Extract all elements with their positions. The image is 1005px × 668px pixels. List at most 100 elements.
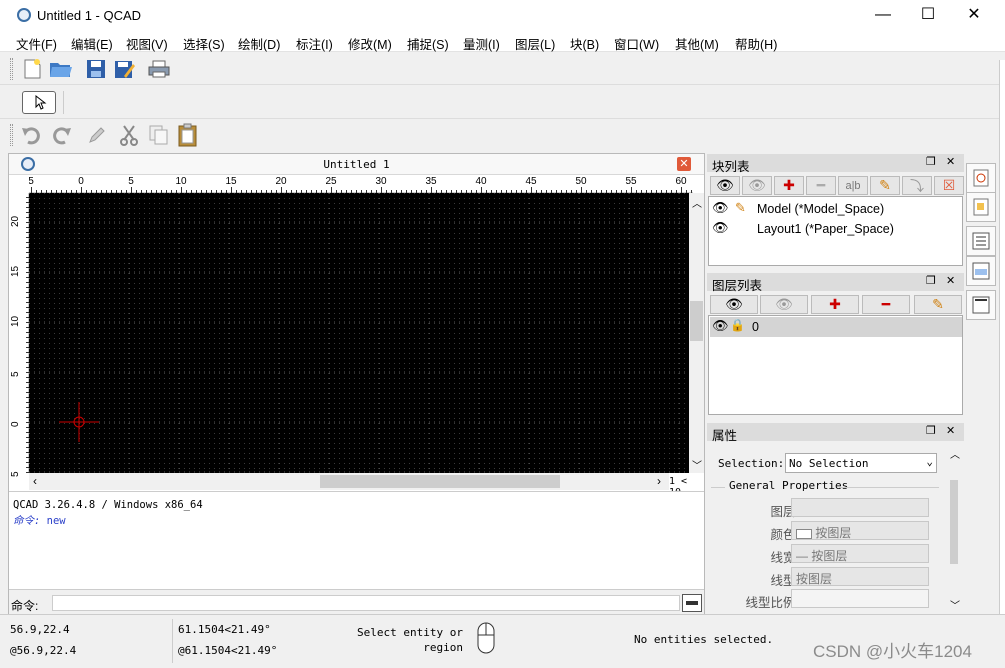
eye-icon[interactable]: 👁 xyxy=(712,318,729,334)
scroll-down-icon[interactable]: ﹀ xyxy=(692,457,702,472)
block-insert-icon[interactable]: ⤵ xyxy=(902,176,932,195)
properties-close-icon[interactable]: ✕ xyxy=(946,424,955,437)
undo-icon[interactable] xyxy=(19,122,45,148)
side-tool-list-button[interactable] xyxy=(966,226,996,256)
horizontal-ruler: 5 0 5 10 15 20 25 30 35 40 45 50 55 60 xyxy=(28,175,693,193)
eye-icon[interactable]: 👁 xyxy=(712,220,729,236)
command-label: 命令: xyxy=(11,599,39,613)
block-list-float-icon[interactable]: ❐ xyxy=(926,155,936,168)
property-linetype-select[interactable]: 按图层 xyxy=(791,567,929,586)
property-lineweight-row: 线宽: — 按图层 xyxy=(709,544,947,565)
property-lineweight-select[interactable]: — 按图层 xyxy=(791,544,929,563)
properties-scrollbar[interactable]: ︿ ﹀ xyxy=(947,444,962,613)
history-command-prefix: 命令: xyxy=(13,515,41,527)
block-rename-icon[interactable]: a|b xyxy=(838,176,868,195)
layer-remove-icon[interactable]: ━ xyxy=(862,295,910,314)
menu-snap[interactable]: 捕捉(S) xyxy=(407,34,449,53)
new-file-icon[interactable] xyxy=(19,56,45,82)
horizontal-scrollbar[interactable]: ‹ › xyxy=(29,473,669,490)
pointer-select-button[interactable] xyxy=(22,91,56,114)
layer-hide-all-icon[interactable]: 👁 xyxy=(760,295,808,314)
property-linetype-row: 线型: 按图层 xyxy=(709,567,947,588)
scroll-up-icon[interactable]: ︿ xyxy=(692,195,702,210)
menu-block[interactable]: 块(B) xyxy=(570,34,599,53)
eye-icon[interactable]: 👁 xyxy=(712,200,729,216)
menu-select[interactable]: 选择(S) xyxy=(183,34,225,53)
properties-float-icon[interactable]: ❐ xyxy=(926,424,936,437)
history-command-line: 命令: new xyxy=(13,513,66,528)
block-remove-icon[interactable]: ━ xyxy=(806,176,836,195)
layer-list-item[interactable]: 👁 🔒 0 xyxy=(710,317,962,337)
maximize-button[interactable]: ☐ xyxy=(905,4,951,26)
vertical-scrollbar[interactable]: ︿ ﹀ xyxy=(689,193,704,473)
properties-scroll-thumb[interactable] xyxy=(950,480,958,564)
command-input[interactable] xyxy=(52,595,680,611)
print-icon[interactable] xyxy=(146,56,172,82)
side-tool-view-button[interactable] xyxy=(966,256,996,286)
menu-measure[interactable]: 量测(I) xyxy=(463,34,500,53)
property-layer-select[interactable] xyxy=(791,498,929,517)
layer-list-float-icon[interactable]: ❐ xyxy=(926,274,936,287)
pencil-icon[interactable] xyxy=(84,122,110,148)
layer-show-all-icon[interactable]: 👁 xyxy=(710,295,758,314)
scroll-down-icon[interactable]: ﹀ xyxy=(950,597,960,612)
side-tool-insert-button[interactable] xyxy=(966,192,996,222)
scroll-left-icon[interactable]: ‹ xyxy=(33,474,37,488)
menu-draw[interactable]: 绘制(D) xyxy=(238,34,280,53)
horizontal-scroll-thumb[interactable] xyxy=(320,475,560,488)
command-console-toggle[interactable] xyxy=(682,594,702,612)
save-icon[interactable] xyxy=(83,56,109,82)
block-add-icon[interactable]: ✚ xyxy=(774,176,804,195)
block-show-icon[interactable]: 👁 xyxy=(710,176,740,195)
block-list-close-icon[interactable]: ✕ xyxy=(946,155,955,168)
block-edit-icon[interactable]: ✎ xyxy=(870,176,900,195)
command-history: QCAD 3.26.4.8 / Windows x86_64 命令: new xyxy=(9,491,704,589)
menu-dimension[interactable]: 标注(I) xyxy=(296,34,333,53)
menu-file[interactable]: 文件(F) xyxy=(16,34,57,53)
side-tool-block-button[interactable] xyxy=(966,163,996,193)
lock-icon[interactable]: 🔒 xyxy=(730,318,745,332)
layer-edit-icon[interactable]: ✎ xyxy=(914,295,962,314)
paste-icon[interactable] xyxy=(175,122,201,148)
scroll-right-icon[interactable]: › xyxy=(657,474,661,488)
history-line: QCAD 3.26.4.8 / Windows x86_64 xyxy=(13,499,203,511)
open-folder-icon[interactable] xyxy=(48,56,74,82)
cut-icon[interactable] xyxy=(116,122,142,148)
ruler-x-label: 50 xyxy=(575,176,587,187)
menu-window[interactable]: 窗口(W) xyxy=(614,34,659,53)
chevron-down-icon: ⌄ xyxy=(926,455,933,468)
block-list-item[interactable]: 👁 Layout1 (*Paper_Space) xyxy=(712,219,960,239)
block-delete-icon[interactable]: ☒ xyxy=(934,176,964,195)
block-list-panel: 块列表 ❐ ✕ 👁 👁 ✚ ━ a|b ✎ ⤵ ☒ 👁 ✎ Model (*Mo… xyxy=(707,154,964,267)
block-hide-icon[interactable]: 👁 xyxy=(742,176,772,195)
menu-modify[interactable]: 修改(M) xyxy=(348,34,392,53)
close-button[interactable]: ✕ xyxy=(951,4,997,26)
layer-add-icon[interactable]: ✚ xyxy=(811,295,859,314)
drawing-canvas[interactable] xyxy=(28,193,693,473)
save-as-icon[interactable] xyxy=(112,56,138,82)
property-color-select[interactable]: 按图层 xyxy=(791,521,929,540)
menu-view[interactable]: 视图(V) xyxy=(126,34,168,53)
minimize-button[interactable]: — xyxy=(860,4,906,26)
scroll-up-icon[interactable]: ︿ xyxy=(950,446,960,461)
menu-edit[interactable]: 编辑(E) xyxy=(71,34,113,53)
ruler-x-label: 40 xyxy=(475,176,487,187)
block-list-item[interactable]: 👁 ✎ Model (*Model_Space) xyxy=(712,199,960,219)
side-tool-properties-button[interactable] xyxy=(966,290,996,320)
document-window: Untitled 1 ✕ 5 0 5 10 15 20 25 30 35 40 45 50 55 60 2… xyxy=(8,153,705,615)
menu-help[interactable]: 帮助(H) xyxy=(735,34,777,53)
layer-list-close-icon[interactable]: ✕ xyxy=(946,274,955,287)
block-list-title: 块列表 xyxy=(712,160,750,174)
vertical-scroll-thumb[interactable] xyxy=(690,301,703,341)
redo-icon[interactable] xyxy=(48,122,74,148)
copy-icon[interactable] xyxy=(146,122,172,148)
document-close-icon[interactable]: ✕ xyxy=(677,157,691,171)
ruler-x-label: 20 xyxy=(275,176,287,187)
ruler-x-label: 45 xyxy=(525,176,537,187)
menu-other[interactable]: 其他(M) xyxy=(675,34,719,53)
block-list: 👁 ✎ Model (*Model_Space) 👁 Layout1 (*Pap… xyxy=(708,196,963,266)
menu-layer[interactable]: 图层(L) xyxy=(515,34,555,53)
selection-value: No Selection xyxy=(789,457,869,470)
property-linescale-input[interactable] xyxy=(791,589,929,608)
selection-dropdown[interactable]: No Selection ⌄ xyxy=(785,453,937,473)
